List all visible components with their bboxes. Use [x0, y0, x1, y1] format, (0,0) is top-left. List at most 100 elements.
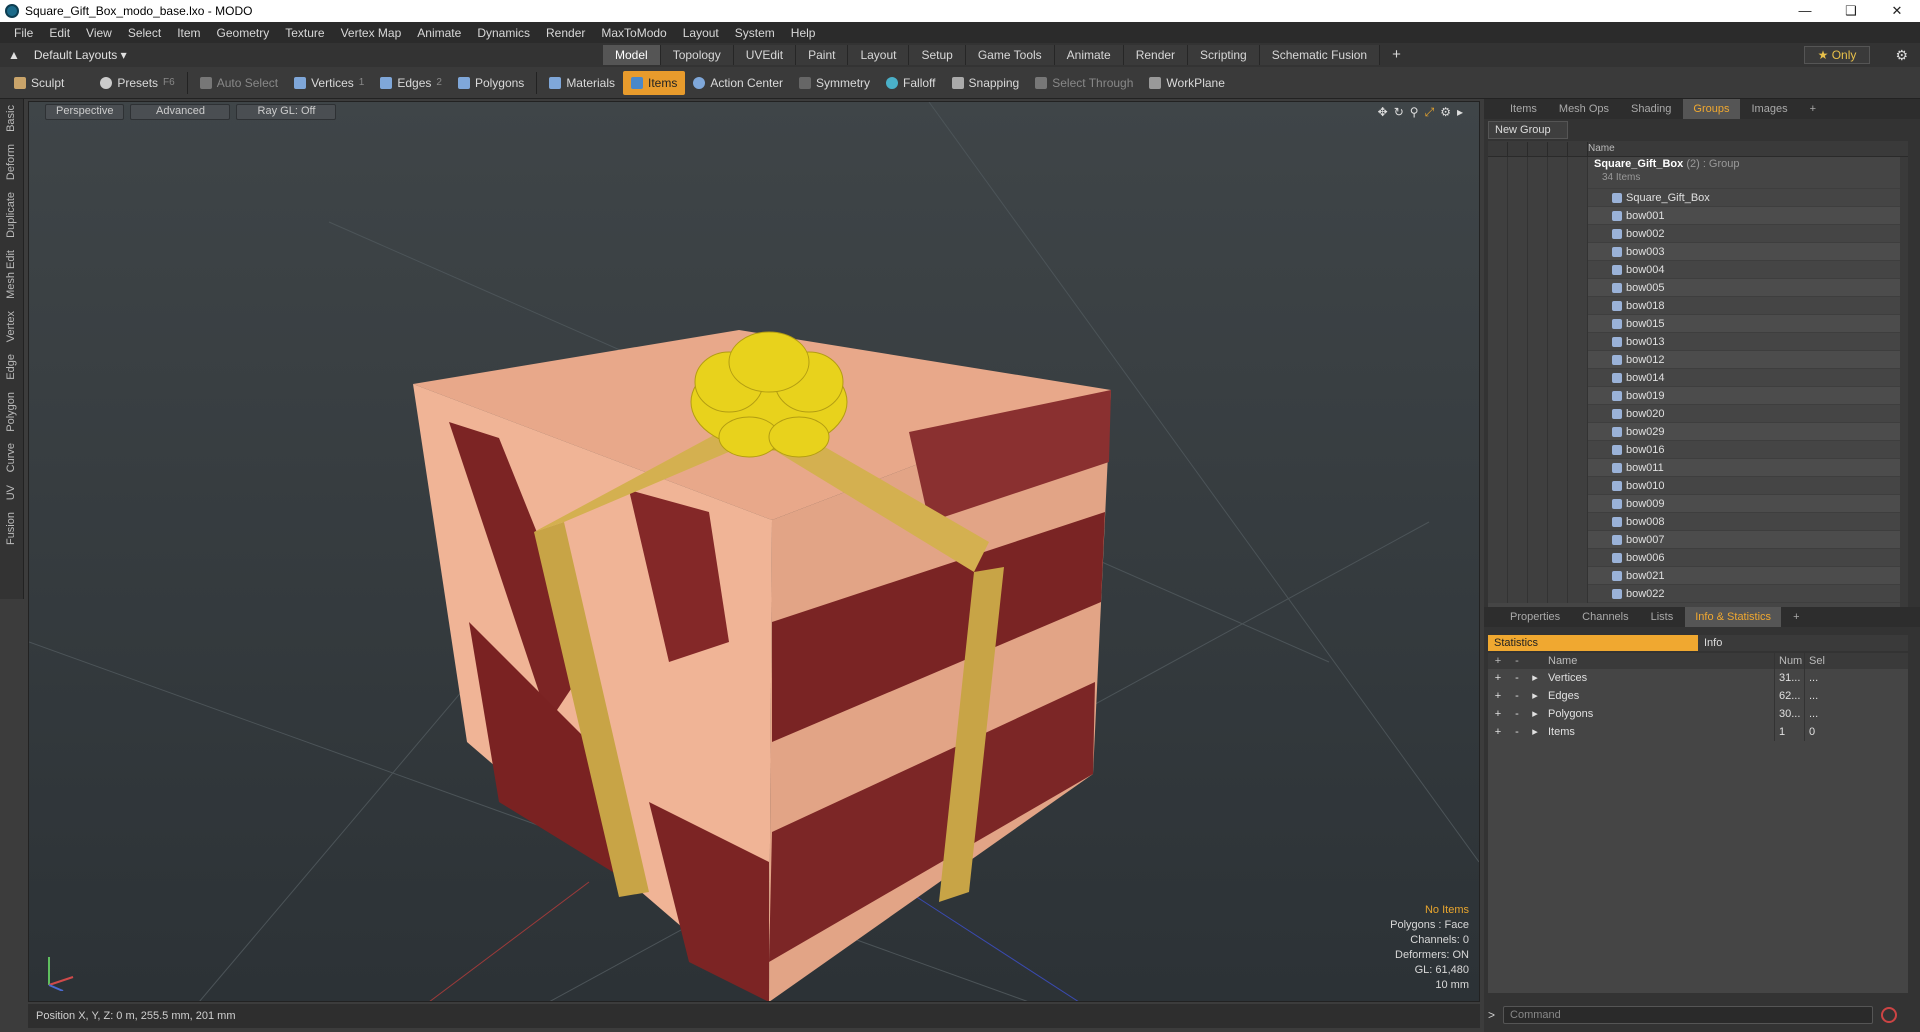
- group-item-row[interactable]: bow009: [1488, 494, 1908, 513]
- left-tab-uv[interactable]: UV: [5, 479, 17, 506]
- group-item-row[interactable]: bow014: [1488, 368, 1908, 387]
- presets-button[interactable]: Presets F6: [92, 71, 182, 95]
- tab-topology[interactable]: Topology: [660, 45, 734, 65]
- collapse-icon[interactable]: ▲: [8, 48, 20, 62]
- tab-lists[interactable]: Lists: [1641, 607, 1684, 627]
- tab-groups[interactable]: Groups: [1683, 99, 1740, 119]
- menu-system[interactable]: System: [727, 26, 783, 40]
- expand-icon[interactable]: ▸: [1526, 687, 1544, 705]
- menu-vertex-map[interactable]: Vertex Map: [333, 26, 410, 40]
- expand-icon[interactable]: ▸: [1526, 723, 1544, 741]
- menu-texture[interactable]: Texture: [277, 26, 332, 40]
- group-root-row[interactable]: Square_Gift_Box (2) : Group 34 Items: [1488, 157, 1908, 189]
- left-tab-duplicate[interactable]: Duplicate: [5, 186, 17, 244]
- group-item-row[interactable]: Square_Gift_Box: [1488, 188, 1908, 207]
- menu-render[interactable]: Render: [538, 26, 593, 40]
- gear-icon[interactable]: ⚙: [1895, 47, 1908, 64]
- maximize-icon[interactable]: ❑: [1828, 0, 1874, 22]
- group-item-row[interactable]: bow021: [1488, 566, 1908, 585]
- menu-edit[interactable]: Edit: [41, 26, 78, 40]
- tab-items[interactable]: Items: [1500, 99, 1547, 119]
- group-item-row[interactable]: bow005: [1488, 278, 1908, 297]
- group-item-row[interactable]: bow004: [1488, 260, 1908, 279]
- left-tab-basic[interactable]: Basic: [5, 99, 17, 138]
- tab-model[interactable]: Model: [603, 45, 661, 65]
- group-item-row[interactable]: bow019: [1488, 386, 1908, 405]
- command-input[interactable]: Command: [1503, 1006, 1874, 1024]
- select-column-icon[interactable]: [1548, 141, 1568, 156]
- tab-setup[interactable]: Setup: [909, 45, 966, 65]
- menu-view[interactable]: View: [78, 26, 120, 40]
- group-item-row[interactable]: bow022: [1488, 584, 1908, 603]
- menu-item[interactable]: Item: [169, 26, 208, 40]
- layout-selector[interactable]: Default Layouts ▾: [34, 48, 127, 62]
- left-tab-curve[interactable]: Curve: [5, 437, 17, 478]
- statistics-tab[interactable]: Statistics: [1488, 635, 1698, 651]
- tab-paint[interactable]: Paint: [796, 45, 849, 65]
- menu-file[interactable]: File: [6, 26, 41, 40]
- record-macro-icon[interactable]: [1881, 1007, 1898, 1023]
- group-item-row[interactable]: bow003: [1488, 242, 1908, 261]
- expand-icon[interactable]: ▸: [1526, 669, 1544, 687]
- info-tab[interactable]: Info: [1698, 635, 1908, 651]
- tab-schematic-fusion[interactable]: Schematic Fusion: [1259, 45, 1381, 65]
- tab-mesh-ops[interactable]: Mesh Ops: [1549, 99, 1619, 119]
- tab-shading[interactable]: Shading: [1621, 99, 1681, 119]
- tab-game-tools[interactable]: Game Tools: [965, 45, 1055, 65]
- menu-dynamics[interactable]: Dynamics: [469, 26, 538, 40]
- left-tab-fusion[interactable]: Fusion: [5, 506, 17, 551]
- left-tab-mesh-edit[interactable]: Mesh Edit: [5, 244, 17, 305]
- render-column-icon[interactable]: [1508, 141, 1528, 156]
- only-button[interactable]: ★ Only: [1804, 46, 1870, 64]
- expand-icon[interactable]: ▸: [1526, 705, 1544, 723]
- tab-animate[interactable]: Animate: [1054, 45, 1124, 65]
- tab-scripting[interactable]: Scripting: [1188, 45, 1260, 65]
- group-item-row[interactable]: bow008: [1488, 512, 1908, 531]
- falloff-button[interactable]: Falloff: [878, 71, 943, 95]
- menu-animate[interactable]: Animate: [409, 26, 469, 40]
- raygl-button[interactable]: Ray GL: Off: [236, 104, 337, 120]
- menu-geometry[interactable]: Geometry: [209, 26, 278, 40]
- materials-button[interactable]: Materials: [541, 71, 623, 95]
- tab-render[interactable]: Render: [1123, 45, 1189, 65]
- left-tab-edge[interactable]: Edge: [5, 348, 17, 386]
- polygons-button[interactable]: Polygons: [450, 71, 532, 95]
- viewport-menu-icon[interactable]: ▸: [1457, 105, 1463, 120]
- menu-select[interactable]: Select: [120, 26, 169, 40]
- tab-info-statistics[interactable]: Info & Statistics: [1685, 607, 1782, 627]
- auto-select-button[interactable]: Auto Select: [192, 71, 286, 95]
- perspective-button[interactable]: Perspective: [45, 104, 125, 120]
- group-item-row[interactable]: bow002: [1488, 224, 1908, 243]
- group-item-row[interactable]: bow015: [1488, 314, 1908, 333]
- 3d-viewport[interactable]: Perspective Advanced Ray GL: Off ✥ ↻ ⚲ ⤢…: [28, 101, 1480, 1002]
- group-item-row[interactable]: bow010: [1488, 476, 1908, 495]
- tab-uvedit[interactable]: UVEdit: [733, 45, 797, 65]
- fit-view-icon[interactable]: ⤢: [1425, 105, 1435, 120]
- select-through-button[interactable]: Select Through: [1027, 71, 1141, 95]
- new-group-button[interactable]: New Group: [1488, 121, 1568, 139]
- items-button[interactable]: Items: [623, 70, 686, 95]
- group-item-row[interactable]: bow029: [1488, 422, 1908, 441]
- stat-row-vertices[interactable]: + - ▸ Vertices 31......: [1488, 669, 1908, 687]
- stat-row-polygons[interactable]: + - ▸ Polygons 30......: [1488, 705, 1908, 723]
- stat-row-edges[interactable]: + - ▸ Edges 62......: [1488, 687, 1908, 705]
- minimize-icon[interactable]: —: [1782, 0, 1828, 22]
- groups-scrollbar[interactable]: [1900, 157, 1908, 607]
- group-item-row[interactable]: bow013: [1488, 332, 1908, 351]
- add-tab-icon[interactable]: +: [1380, 45, 1413, 65]
- rotate-view-icon[interactable]: ↻: [1394, 105, 1404, 120]
- workplane-button[interactable]: WorkPlane: [1141, 71, 1232, 95]
- tab-layout[interactable]: Layout: [848, 45, 910, 65]
- group-item-row[interactable]: bow007: [1488, 530, 1908, 549]
- close-icon[interactable]: ✕: [1874, 0, 1920, 22]
- left-tab-vertex[interactable]: Vertex: [5, 305, 17, 348]
- zoom-icon[interactable]: ⚲: [1410, 105, 1419, 120]
- edges-button[interactable]: Edges 2: [372, 71, 450, 95]
- tab-channels[interactable]: Channels: [1572, 607, 1638, 627]
- snapping-button[interactable]: Snapping: [944, 71, 1028, 95]
- vertices-button[interactable]: Vertices 1: [286, 71, 372, 95]
- menu-maxtomodo[interactable]: MaxToModo: [593, 26, 674, 40]
- viewport-settings-icon[interactable]: ⚙: [1440, 105, 1451, 120]
- group-item-row[interactable]: bow018: [1488, 296, 1908, 315]
- action-center-button[interactable]: Action Center: [685, 71, 791, 95]
